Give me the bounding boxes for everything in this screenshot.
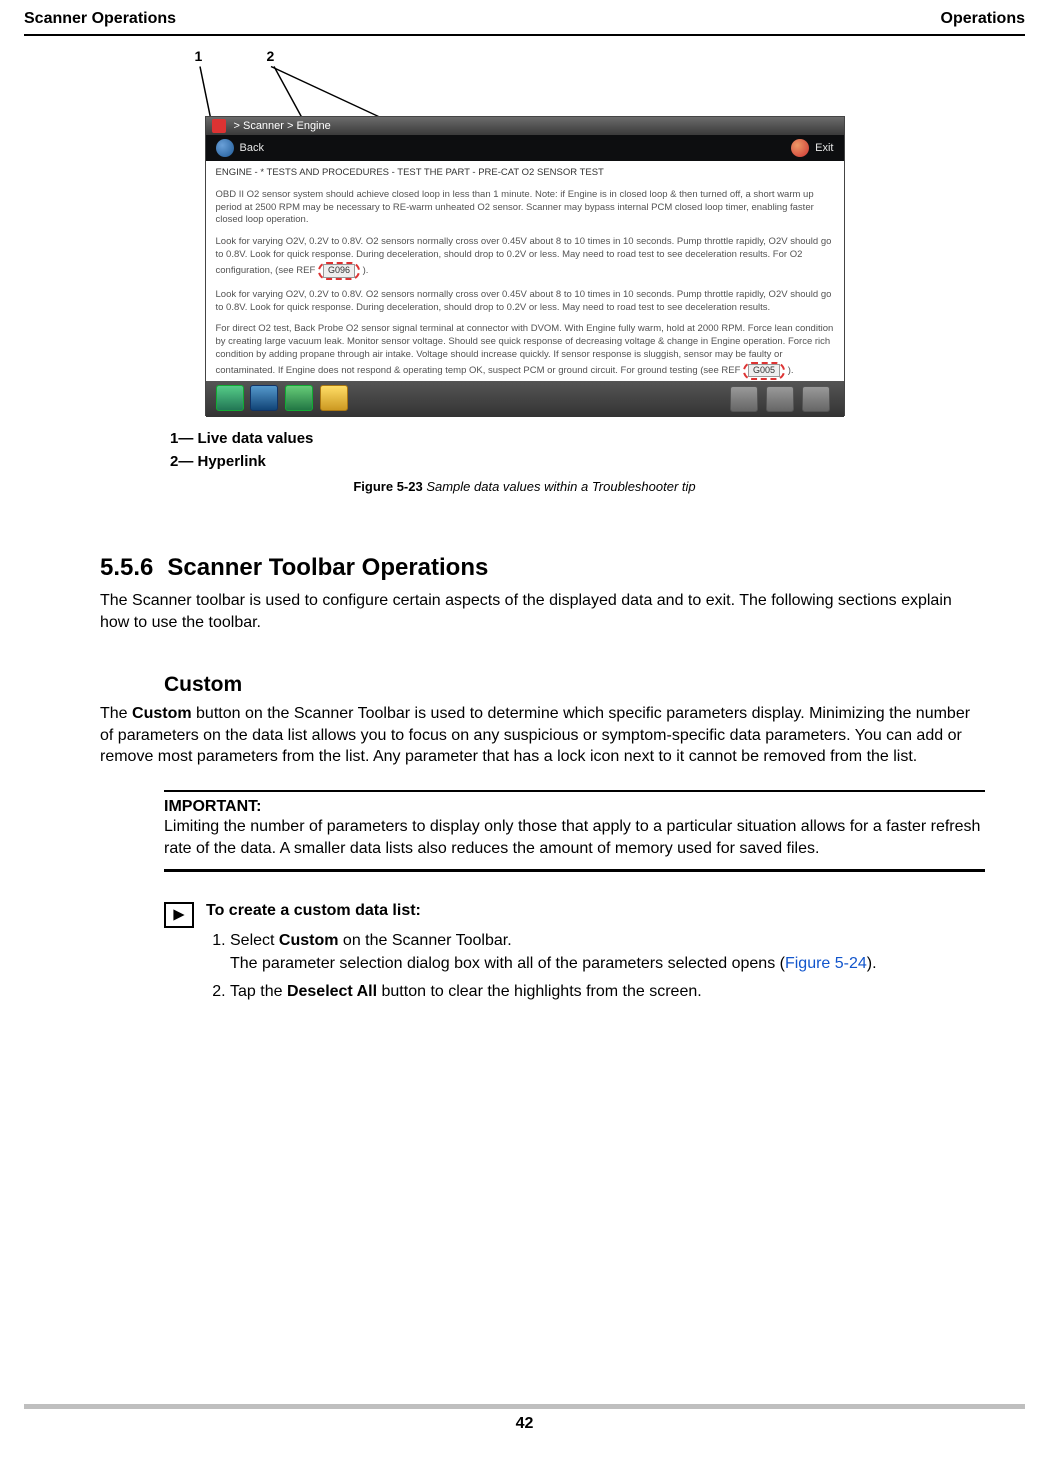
back-button[interactable]: Back bbox=[216, 139, 264, 157]
tip-title: ENGINE - * TESTS AND PROCEDURES - TEST T… bbox=[216, 167, 834, 180]
tip-para-4: For direct O2 test, Back Probe O2 sensor… bbox=[216, 323, 834, 379]
toolbar-icon-5[interactable] bbox=[730, 386, 758, 412]
figure-caption: Figure 5-23 Sample data values within a … bbox=[0, 479, 1049, 494]
toolbar-icon-3[interactable] bbox=[285, 385, 313, 411]
tip-para-3: Look for varying O2V, 0.2V to 0.8V. O2 s… bbox=[216, 289, 834, 315]
ref-link-g096[interactable]: G096 bbox=[323, 264, 355, 278]
tip-para-2: Look for varying O2V, 0.2V to 0.8V. O2 s… bbox=[216, 236, 834, 279]
toolbar-icon-7[interactable] bbox=[802, 386, 830, 412]
toolbar-icon-4[interactable] bbox=[320, 385, 348, 411]
figure-5-24-link[interactable]: Figure 5-24 bbox=[785, 955, 867, 972]
page-number: 42 bbox=[516, 1415, 534, 1432]
ss-breadcrumb-bar: > Scanner > Engine bbox=[206, 117, 844, 135]
section-heading: 5.5.6Scanner Toolbar Operations bbox=[100, 554, 985, 582]
toolbar-icon-6[interactable] bbox=[766, 386, 794, 412]
ref-link-g005[interactable]: G005 bbox=[748, 364, 780, 378]
callout-2: 2 bbox=[267, 48, 275, 64]
exit-button[interactable]: Exit bbox=[791, 139, 833, 157]
legend-item-1: 1— Live data values bbox=[170, 428, 1049, 451]
back-icon bbox=[216, 139, 234, 157]
important-note: IMPORTANT: Limiting the number of parame… bbox=[164, 790, 985, 872]
tip-body: ENGINE - * TESTS AND PROCEDURES - TEST T… bbox=[206, 161, 844, 381]
exit-icon bbox=[791, 139, 809, 157]
callout-1: 1 bbox=[195, 48, 203, 64]
screenshot: > Scanner > Engine Back Exit ENGINE - * … bbox=[205, 116, 845, 416]
header-left: Scanner Operations bbox=[24, 10, 176, 28]
procedure-title: To create a custom data list: bbox=[206, 900, 985, 922]
procedure-step-1: Select Custom on the Scanner Toolbar. Th… bbox=[230, 930, 985, 975]
procedure-icon bbox=[164, 902, 194, 928]
header-right: Operations bbox=[941, 10, 1025, 28]
legend-item-2: 2— Hyperlink bbox=[170, 451, 1049, 474]
section-intro: The Scanner toolbar is used to configure… bbox=[100, 590, 985, 633]
toolbar-icon-1[interactable] bbox=[216, 385, 244, 411]
procedure-step-2: Tap the Deselect All button to clear the… bbox=[230, 981, 985, 1003]
toolbar-icon-2[interactable] bbox=[250, 385, 278, 411]
subheading-custom: Custom bbox=[164, 673, 985, 697]
tip-para-1: OBD II O2 sensor system should achieve c… bbox=[216, 189, 834, 227]
breadcrumb-text: > Scanner > Engine bbox=[234, 120, 331, 132]
footer-rule bbox=[24, 1404, 1025, 1409]
home-icon[interactable] bbox=[212, 119, 226, 133]
ss-footer-toolbar bbox=[206, 381, 844, 417]
figure-5-23-container: 1 2 > Scanner > Engine bbox=[195, 76, 855, 416]
custom-paragraph: The Custom button on the Scanner Toolbar… bbox=[100, 703, 985, 768]
header-rule bbox=[24, 34, 1025, 36]
